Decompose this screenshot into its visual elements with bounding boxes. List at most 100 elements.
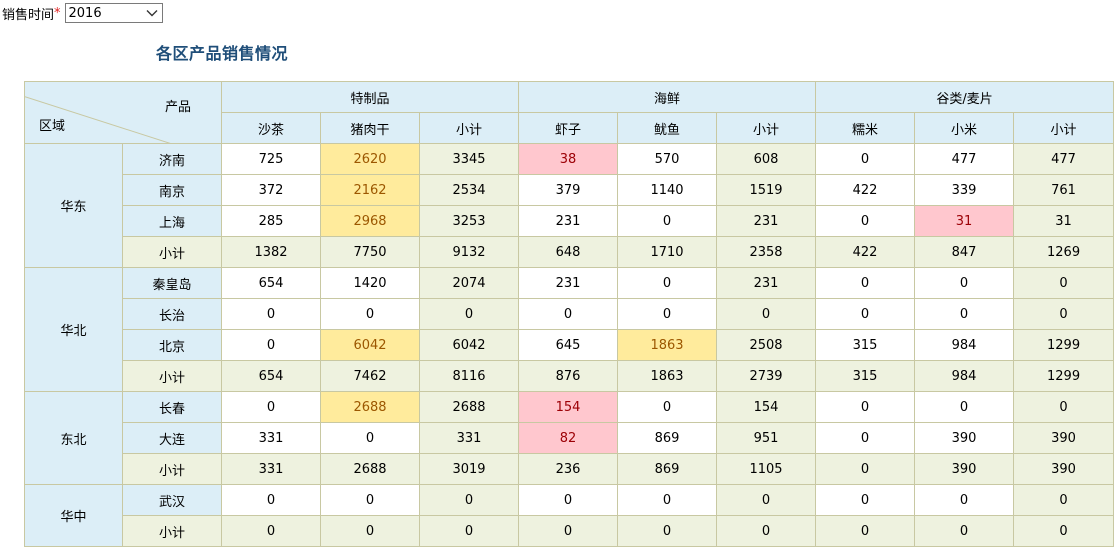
value-cell: 0 xyxy=(815,205,916,237)
value-cell: 7462 xyxy=(320,360,420,392)
value-cell: 0 xyxy=(914,484,1015,516)
value-cell: 0 xyxy=(617,515,718,547)
value-cell: 3019 xyxy=(418,453,520,485)
value-cell: 0 xyxy=(815,391,916,423)
value-cell: 331 xyxy=(418,422,520,454)
value-cell: 0 xyxy=(914,267,1015,299)
column-header: 鱿鱼 xyxy=(617,112,718,144)
sales-report-table: 产品 区域 特制品 海鲜 谷类/麦片 沙茶 猪肉干 小计 虾子 鱿鱼 小计 糯米… xyxy=(24,81,1114,547)
value-cell: 2968 xyxy=(320,205,420,237)
value-cell: 2534 xyxy=(418,174,520,206)
column-header: 小计 xyxy=(418,112,520,144)
subtotal-row: 小计 0 0 0 0 0 0 0 0 0 xyxy=(25,515,1114,547)
value-cell: 608 xyxy=(716,143,817,175)
column-header: 小计 xyxy=(1013,112,1114,144)
value-cell: 6042 xyxy=(418,329,520,361)
value-cell: 0 xyxy=(418,484,520,516)
table-row: 上海 285 2968 3253 231 0 231 0 31 31 xyxy=(25,205,1114,237)
corner-region-label: 区域 xyxy=(39,119,66,134)
value-cell: 1519 xyxy=(716,174,817,206)
value-cell: 0 xyxy=(716,515,817,547)
table-row: 华中 武汉 0 0 0 0 0 0 0 0 0 xyxy=(24,484,1114,547)
value-cell: 0 xyxy=(815,453,916,485)
value-cell: 761 xyxy=(1013,174,1114,206)
table-row: 大连 331 0 331 82 869 951 0 390 390 xyxy=(25,422,1114,454)
value-cell: 0 xyxy=(815,298,916,330)
value-cell: 0 xyxy=(914,298,1015,330)
value-cell: 0 xyxy=(716,298,817,330)
column-header: 糯米 xyxy=(815,112,916,144)
value-cell: 0 xyxy=(518,298,619,330)
value-cell: 0 xyxy=(617,484,718,516)
value-cell: 315 xyxy=(815,329,916,361)
report-body: 华东 济南 725 2620 3345 38 570 608 0 477 477 南京 372 2162 2… xyxy=(24,143,1114,547)
value-cell: 31 xyxy=(1013,205,1114,237)
value-cell: 0 xyxy=(617,205,718,237)
value-cell: 390 xyxy=(1013,422,1114,454)
region-cell: 东北 xyxy=(24,391,123,485)
value-cell: 0 xyxy=(320,515,420,547)
value-cell: 339 xyxy=(914,174,1015,206)
value-cell: 654 xyxy=(221,267,321,299)
value-cell: 2739 xyxy=(716,360,817,392)
column-header: 沙茶 xyxy=(221,112,321,144)
value-cell: 0 xyxy=(815,143,916,175)
value-cell: 315 xyxy=(815,360,916,392)
subtotal-row: 小计 331 2688 3019 236 869 1105 0 390 390 xyxy=(25,453,1114,485)
value-cell: 654 xyxy=(221,360,321,392)
column-header: 小米 xyxy=(914,112,1015,144)
value-cell: 0 xyxy=(221,484,321,516)
value-cell: 1269 xyxy=(1013,236,1114,268)
value-cell: 0 xyxy=(320,484,420,516)
group-header: 谷类/麦片 xyxy=(815,81,1114,113)
value-cell: 285 xyxy=(221,205,321,237)
value-cell: 2074 xyxy=(418,267,520,299)
city-cell: 长治 xyxy=(122,298,222,330)
region-cell: 华北 xyxy=(24,267,123,392)
value-cell: 0 xyxy=(1013,484,1114,516)
value-cell: 1299 xyxy=(1013,329,1114,361)
value-cell: 82 xyxy=(518,422,619,454)
value-cell: 869 xyxy=(617,422,718,454)
value-cell: 31 xyxy=(914,205,1015,237)
value-cell: 0 xyxy=(320,422,420,454)
report-title: 各区产品销售情况 xyxy=(156,44,289,63)
value-cell: 648 xyxy=(518,236,619,268)
city-cell: 长春 xyxy=(122,391,222,423)
column-header: 虾子 xyxy=(518,112,619,144)
value-cell: 0 xyxy=(518,484,619,516)
region-cell: 华中 xyxy=(24,484,123,547)
value-cell: 6042 xyxy=(320,329,420,361)
value-cell: 984 xyxy=(914,329,1015,361)
value-cell: 725 xyxy=(221,143,321,175)
subtotal-label: 小计 xyxy=(122,360,222,392)
value-cell: 331 xyxy=(221,453,321,485)
value-cell: 951 xyxy=(716,422,817,454)
city-cell: 济南 xyxy=(122,143,222,175)
value-cell: 331 xyxy=(221,422,321,454)
table-row: 南京 372 2162 2534 379 1140 1519 422 339 761 xyxy=(25,174,1114,206)
value-cell: 422 xyxy=(815,236,916,268)
value-cell: 0 xyxy=(914,391,1015,423)
value-cell: 154 xyxy=(518,391,619,423)
corner-product-label: 产品 xyxy=(164,100,191,115)
value-cell: 1299 xyxy=(1013,360,1114,392)
value-cell: 477 xyxy=(914,143,1015,175)
value-cell: 0 xyxy=(914,515,1015,547)
sales-time-filter: 销售时间 * 2016 xyxy=(2,2,163,24)
value-cell: 38 xyxy=(518,143,619,175)
value-cell: 3345 xyxy=(418,143,520,175)
sales-time-label: 销售时间 xyxy=(2,7,55,23)
year-select[interactable]: 2016 xyxy=(64,3,163,23)
chevron-down-icon xyxy=(146,10,158,17)
value-cell: 0 xyxy=(320,298,420,330)
value-cell: 154 xyxy=(716,391,817,423)
value-cell: 0 xyxy=(1013,267,1114,299)
value-cell: 0 xyxy=(518,515,619,547)
value-cell: 0 xyxy=(1013,515,1114,547)
group-header: 海鲜 xyxy=(518,81,817,113)
subtotal-label: 小计 xyxy=(122,236,222,268)
value-cell: 8116 xyxy=(418,360,520,392)
value-cell: 0 xyxy=(815,267,916,299)
value-cell: 645 xyxy=(518,329,619,361)
